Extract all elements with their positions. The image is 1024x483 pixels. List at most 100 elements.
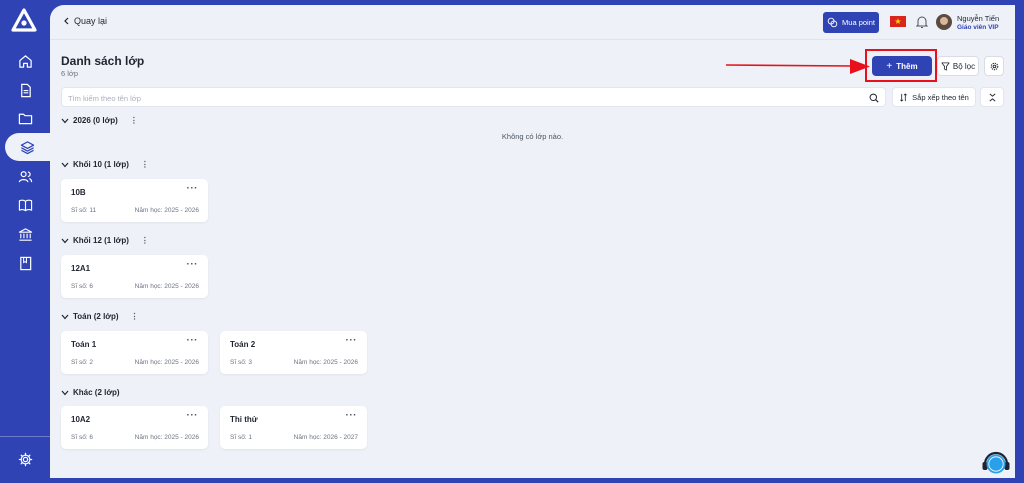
- filter-icon: [941, 61, 950, 71]
- more-options-icon[interactable]: ···: [346, 410, 358, 421]
- back-label: Quay lại: [74, 16, 108, 26]
- avatar[interactable]: [936, 14, 952, 30]
- view-settings-button[interactable]: [984, 56, 1004, 76]
- school-year: Năm học: 2025 - 2026: [134, 207, 199, 214]
- buy-point-button[interactable]: Mua point: [823, 12, 879, 33]
- school-year: Năm học: 2026 - 2027: [293, 434, 358, 441]
- vietnam-flag-icon[interactable]: ★: [890, 16, 906, 27]
- sort-button[interactable]: Sắp xếp theo tên: [892, 87, 976, 107]
- collapse-icon: [989, 93, 995, 101]
- collapse-all-button[interactable]: [980, 87, 1004, 107]
- more-options-icon[interactable]: ···: [187, 259, 199, 270]
- book-icon: [18, 199, 32, 211]
- chevron-down-icon: [61, 238, 69, 243]
- settings-icon: [18, 452, 32, 466]
- sidebar-item-institution[interactable]: [0, 220, 50, 248]
- class-card[interactable]: 10B ··· Sĩ số: 11 Năm học: 2025 - 2026: [61, 179, 208, 222]
- group-more-icon[interactable]: ⋮: [141, 236, 149, 245]
- back-button[interactable]: Quay lại: [63, 16, 107, 26]
- coins-icon: [827, 17, 838, 28]
- group-label: Khối 10 (1 lớp): [73, 160, 129, 169]
- class-size: Sĩ số: 2: [71, 359, 94, 366]
- group-more-icon[interactable]: ⋮: [141, 160, 149, 169]
- group-more-icon[interactable]: ⋮: [131, 312, 139, 321]
- class-size: Sĩ số: 1: [230, 434, 253, 441]
- sidebar: [0, 0, 50, 483]
- group-label: Khác (2 lớp): [73, 388, 120, 397]
- class-size: Sĩ số: 3: [230, 359, 253, 366]
- user-name[interactable]: Nguyễn Tiến: [957, 14, 999, 23]
- group-header-other[interactable]: Khác (2 lớp): [61, 388, 120, 397]
- class-name: 12A1: [71, 264, 91, 273]
- sidebar-item-folders[interactable]: [0, 104, 50, 132]
- topbar: Quay lại Mua point ★ Nguyễn Tiến Giáo vi…: [50, 5, 1015, 40]
- school-year: Năm học: 2025 - 2026: [134, 283, 199, 290]
- sidebar-item-home[interactable]: [0, 47, 50, 75]
- sidebar-item-users[interactable]: [0, 162, 50, 190]
- chevron-left-icon: [64, 17, 69, 25]
- class-count: 6 lớp: [61, 69, 79, 78]
- group-header-grade-10[interactable]: Khối 10 (1 lớp) ⋮: [61, 160, 149, 169]
- document-icon: [20, 83, 31, 97]
- class-size: Sĩ số: 6: [71, 283, 94, 290]
- group-header-2026[interactable]: 2026 (0 lớp) ⋮: [61, 116, 138, 125]
- school-year: Năm học: 2025 - 2026: [293, 359, 358, 366]
- class-card[interactable]: Toán 1 ··· Sĩ số: 2 Năm học: 2025 - 2026: [61, 331, 208, 374]
- sidebar-item-documents[interactable]: [0, 76, 50, 104]
- more-options-icon[interactable]: ···: [187, 183, 199, 194]
- class-name: 10B: [71, 188, 86, 197]
- filter-button[interactable]: Bộ lọc: [937, 56, 979, 76]
- support-chat-icon[interactable]: [980, 447, 1012, 479]
- sidebar-item-settings[interactable]: [0, 445, 50, 473]
- more-options-icon[interactable]: ···: [187, 410, 199, 421]
- class-card[interactable]: Toán 2 ··· Sĩ số: 3 Năm học: 2025 - 2026: [220, 331, 367, 374]
- class-name: Toán 2: [230, 340, 256, 349]
- group-header-math[interactable]: Toán (2 lớp) ⋮: [61, 312, 139, 321]
- class-name: Thi thử: [230, 415, 258, 424]
- search-icon[interactable]: [869, 93, 879, 103]
- group-more-icon[interactable]: ⋮: [130, 116, 138, 125]
- group-label: Toán (2 lớp): [73, 312, 119, 321]
- group-header-grade-12[interactable]: Khối 12 (1 lớp) ⋮: [61, 236, 149, 245]
- bank-icon: [18, 227, 32, 241]
- chevron-down-icon: [61, 390, 69, 395]
- layers-icon: [20, 140, 35, 154]
- page-title: Danh sách lớp: [61, 54, 145, 68]
- class-name: Toán 1: [71, 340, 97, 349]
- class-card[interactable]: 10A2 ··· Sĩ số: 6 Năm học: 2025 - 2026: [61, 406, 208, 449]
- sort-icon: [900, 92, 908, 102]
- group-label: Khối 12 (1 lớp): [73, 236, 129, 245]
- chevron-down-icon: [61, 162, 69, 167]
- empty-state-text: Không có lớp nào.: [501, 132, 564, 141]
- sidebar-divider: [0, 436, 50, 437]
- notebook-icon: [19, 256, 31, 270]
- app-logo-icon[interactable]: [11, 8, 37, 34]
- class-size: Sĩ số: 6: [71, 434, 94, 441]
- home-icon: [18, 54, 32, 68]
- school-year: Năm học: 2025 - 2026: [134, 359, 199, 366]
- user-role: Giáo viên VIP: [957, 24, 999, 31]
- sidebar-item-notebook[interactable]: [0, 249, 50, 277]
- more-options-icon[interactable]: ···: [187, 335, 199, 346]
- class-card[interactable]: Thi thử ··· Sĩ số: 1 Năm học: 2026 - 202…: [220, 406, 367, 449]
- group-label: 2026 (0 lớp): [73, 116, 118, 125]
- class-card[interactable]: 12A1 ··· Sĩ số: 6 Năm học: 2025 - 2026: [61, 255, 208, 298]
- more-options-icon[interactable]: ···: [346, 335, 358, 346]
- chevron-down-icon: [61, 118, 69, 123]
- annotation-arrow-icon: [726, 59, 870, 74]
- search-input[interactable]: [68, 91, 858, 105]
- sidebar-item-library[interactable]: [0, 191, 50, 219]
- bell-icon[interactable]: [916, 15, 928, 29]
- folder-icon: [18, 113, 32, 124]
- buy-point-label: Mua point: [842, 18, 875, 27]
- gear-icon: [990, 62, 998, 70]
- class-name: 10A2: [71, 415, 91, 424]
- school-year: Năm học: 2025 - 2026: [134, 434, 199, 441]
- add-button-highlight-box: [865, 49, 937, 82]
- users-icon: [18, 170, 32, 182]
- sidebar-item-classes[interactable]: [5, 133, 50, 161]
- search-box: [61, 87, 886, 107]
- filter-label: Bộ lọc: [952, 61, 976, 71]
- sort-label: Sắp xếp theo tên: [912, 92, 969, 102]
- class-size: Sĩ số: 11: [71, 207, 97, 214]
